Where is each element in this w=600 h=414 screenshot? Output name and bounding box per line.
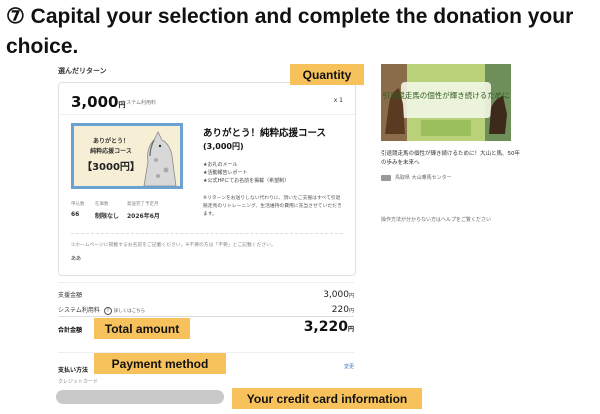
support-amount-label: 支援金額 (58, 292, 83, 299)
return-thumbnail: ありがとう！ 純粋応援コース 【3000円】 (71, 123, 183, 189)
project-description[interactable]: 引退競走馬の個性が輝き続けるために！大山と馬、50年の歩みを未来へ (381, 150, 521, 168)
thumbnail-line-1: ありがとう！ (92, 138, 129, 145)
total-amount-value: 3,220円 (303, 319, 354, 335)
project-organizer: 鳥取県 大山乗馬センター (381, 174, 452, 181)
payment-method-value: クレジットカード (58, 379, 99, 385)
ship-month-value: 2026年6月 (127, 213, 160, 220)
divider (59, 114, 355, 115)
organizer-logo (381, 174, 391, 181)
quantity-value: x 1 (333, 97, 343, 104)
system-fee-value: 220円 (331, 305, 354, 315)
list-item: ★公式HPにてお名前を掲載（希望制） (203, 178, 290, 184)
system-fee-note: +システム利用料 (117, 100, 157, 106)
list-item: ★活動報告レポート (203, 170, 248, 176)
payment-change-link[interactable]: 変更 (344, 363, 354, 370)
return-title: ありがとう！純粋応援コース (203, 128, 327, 139)
horse-image (136, 126, 180, 186)
annotation-credit-card: Your credit card information (232, 388, 422, 409)
ship-month-label: 発送完了予定月 (127, 202, 159, 207)
project-banner[interactable]: 引退競走馬の個性が輝き続けるために (381, 64, 511, 141)
annotation-payment-method: Payment method (94, 353, 226, 374)
total-amount-label: 合計金額 (58, 327, 83, 334)
list-item: ★お礼のメール (203, 162, 238, 168)
stock-value: 制限なし (95, 213, 120, 220)
thumbnail-line-2: 純粋応援コース (90, 148, 132, 155)
return-items: ★お礼のメール ★活動報告レポート ★公式HPにてお名前を掲載（希望制） (203, 161, 289, 185)
thumbnail-line-3: 【3000円】 (82, 162, 140, 173)
annotation-quantity: Quantity (290, 64, 364, 85)
selected-return-title: 選んだリターン (58, 67, 107, 75)
comment-instruction: ①ホームページに掲載するお名前をご記載ください。※不要の方は「不要」とご記載くだ… (71, 243, 276, 248)
selected-return-card: 3,000円 +システム利用料 x 1 ありがとう！ 純粋応援コース 【3000… (58, 82, 356, 276)
system-fee-row: システム利用料 ? 詳しくはこちら 220円 (58, 305, 354, 315)
comment-value: ああ (71, 256, 82, 262)
return-title-price: (3,000円) (203, 142, 244, 151)
banner-title: 引退競走馬の個性が輝き続けるために (382, 90, 510, 100)
question-icon[interactable]: ? (103, 306, 112, 315)
banner-image: 引退競走馬の個性が輝き続けるために (381, 64, 511, 141)
divider (71, 233, 343, 234)
stock-label: 在庫数 (95, 202, 109, 207)
credit-card-field[interactable] (56, 390, 224, 404)
applicants-value: 66 (71, 211, 80, 218)
organizer-name: 鳥取県 大山乗馬センター (395, 175, 452, 181)
annotation-total-amount: Total amount (94, 318, 190, 339)
system-fee-label: システム利用料 (58, 307, 100, 314)
system-fee-guide-link[interactable]: 詳しくはこちら (114, 309, 146, 314)
divider (58, 282, 354, 283)
applicants-label: 申込数 (71, 202, 85, 207)
support-amount-row: 支援金額 3,000円 (58, 290, 354, 300)
divider (58, 316, 354, 317)
help-text[interactable]: 操作方法が分からない方はヘルプをご覧ください (381, 216, 491, 223)
instruction-heading: ⑦ Capital your selection and complete th… (6, 5, 574, 58)
return-note: ※リターンをお送りしない代わりに、頂いたご支援はすべて引退競走馬のリトレーニング… (203, 196, 342, 217)
support-amount-value: 3,000円 (323, 290, 354, 300)
payment-method-label: 支払い方法 (58, 367, 89, 374)
